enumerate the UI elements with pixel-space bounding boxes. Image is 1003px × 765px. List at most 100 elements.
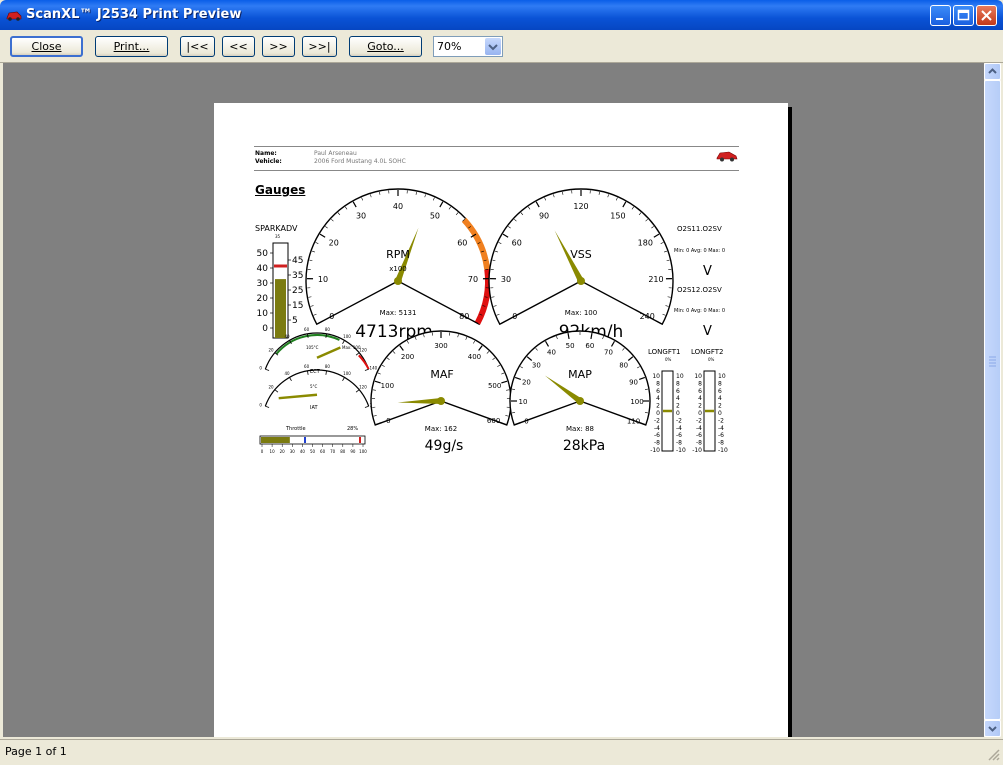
longft2-right-label: 4 bbox=[718, 395, 722, 402]
scroll-up-button[interactable] bbox=[984, 63, 1001, 80]
throttle-tick-label: 40 bbox=[300, 449, 306, 454]
longft2-tick-label: -4 bbox=[696, 425, 702, 432]
zoom-select[interactable]: 70% bbox=[433, 36, 503, 57]
longft1-tick-label: -6 bbox=[654, 432, 660, 439]
throttle-tick-label: 30 bbox=[290, 449, 296, 454]
g-map-tick-label: 50 bbox=[566, 342, 575, 350]
throttle-tick-label: 100 bbox=[359, 449, 367, 454]
g-rpm-tick-label: 50 bbox=[430, 212, 440, 221]
g-ect-tick bbox=[326, 334, 327, 338]
g-rpm-tick-label: 10 bbox=[318, 275, 328, 284]
longft2-right-label: -10 bbox=[718, 447, 728, 454]
g-vss-tick-label: 180 bbox=[638, 238, 653, 247]
longft2-tick-label: -6 bbox=[696, 432, 702, 439]
longft2-tick-label: 2 bbox=[698, 403, 702, 410]
g-iat-tick bbox=[265, 406, 269, 407]
g-iat-tick-label: 120 bbox=[359, 384, 367, 389]
spark-small-value: 35 bbox=[275, 234, 281, 239]
g-rpm-tick-label: 70 bbox=[468, 275, 478, 284]
g-iat-tick bbox=[326, 371, 327, 375]
g-iat-tick bbox=[307, 371, 308, 375]
longft1-right-label: -8 bbox=[676, 440, 682, 447]
title-bar[interactable]: ScanXL™ J2534 Print Preview bbox=[0, 0, 1003, 30]
g-vss-tick-label: 30 bbox=[501, 275, 511, 284]
throttle-tick-label: 50 bbox=[310, 449, 316, 454]
g-ect-tick-label: 80 bbox=[325, 327, 331, 332]
rpm-max: Max: 5131 bbox=[380, 309, 417, 317]
first-page-button[interactable]: |<< bbox=[180, 36, 215, 57]
g-maf-tick-label: 200 bbox=[401, 353, 414, 361]
g-iat-tick-label: 40 bbox=[284, 371, 290, 376]
g-iat-tick bbox=[275, 390, 278, 393]
g-maf-tick-label: 400 bbox=[468, 353, 481, 361]
longft1-right-label: 2 bbox=[676, 403, 680, 410]
g-ect-tick bbox=[265, 369, 269, 370]
longft2-tick-label: 10 bbox=[694, 373, 702, 380]
longft2-tick-label: 0 bbox=[698, 410, 702, 417]
arrow-down-icon bbox=[985, 721, 1000, 736]
maf-readout: 49g/s bbox=[425, 438, 464, 454]
goto-button[interactable]: Goto... bbox=[349, 36, 422, 57]
g-ect-tick-label: 100 bbox=[343, 334, 351, 339]
maximize-button[interactable] bbox=[953, 5, 974, 26]
report-page: Name: Paul Arseneau Vehicle: 2006 Ford M… bbox=[214, 103, 788, 737]
o2s11-unit: V bbox=[703, 264, 712, 279]
longft2-right-label: 8 bbox=[718, 380, 722, 387]
dropdown-arrow-icon[interactable] bbox=[485, 38, 501, 55]
o2s11-label: O2S11.O2SV bbox=[677, 225, 722, 233]
spark-right-label: 15 bbox=[292, 301, 303, 311]
close-icon bbox=[977, 6, 996, 25]
longft2-right-label: 6 bbox=[718, 388, 722, 395]
maf-max: Max: 162 bbox=[425, 425, 457, 433]
longft2-right-label: 0 bbox=[718, 410, 722, 417]
vertical-scrollbar[interactable] bbox=[984, 63, 1001, 737]
iat-label: IAT bbox=[310, 405, 319, 411]
throttle-tick-label: 0 bbox=[261, 449, 264, 454]
prev-page-button[interactable]: << bbox=[222, 36, 255, 57]
longft2-tick-label: -2 bbox=[696, 417, 702, 424]
resize-grip-icon[interactable] bbox=[987, 748, 1001, 762]
close-button[interactable]: Close bbox=[10, 36, 83, 57]
g-map-tick-label: 110 bbox=[627, 417, 640, 425]
longft2-pct: 0% bbox=[708, 357, 715, 362]
longft1-tick-label: 0 bbox=[656, 410, 660, 417]
g-iat-tick-label: 60 bbox=[304, 364, 310, 369]
g-map-tick-label: 100 bbox=[630, 398, 643, 406]
g-iat-tick bbox=[290, 377, 292, 380]
longft1-tick-label: 8 bbox=[656, 380, 660, 387]
print-button[interactable]: Print... bbox=[95, 36, 168, 57]
longft2-tick-label: 8 bbox=[698, 380, 702, 387]
spark-left-label: 0 bbox=[262, 324, 268, 334]
ect-max: Max: 100 bbox=[342, 345, 361, 350]
g-vss-tick-label: 210 bbox=[648, 275, 663, 284]
scroll-thumb[interactable] bbox=[984, 80, 1001, 720]
spark-left-label: 50 bbox=[257, 249, 269, 259]
g-map-hub bbox=[576, 397, 584, 405]
next-page-button[interactable]: >> bbox=[262, 36, 295, 57]
close-window-button[interactable] bbox=[976, 5, 997, 26]
preview-toolbar: Close Print... |<< << >> >>| Goto... 70% bbox=[0, 30, 1003, 63]
longft2-tick-label: 4 bbox=[698, 395, 702, 402]
spark-left-label: 40 bbox=[257, 264, 269, 274]
longft1-right-label: 8 bbox=[676, 380, 680, 387]
arrow-up-icon bbox=[985, 64, 1000, 79]
minimize-button[interactable] bbox=[930, 5, 951, 26]
throttle-tick-label: 60 bbox=[320, 449, 326, 454]
scroll-down-button[interactable] bbox=[984, 720, 1001, 737]
g-map-tick-label: 10 bbox=[519, 398, 528, 406]
g-ect-tick-label: 40 bbox=[284, 334, 290, 339]
preview-area[interactable]: Name: Paul Arseneau Vehicle: 2006 Ford M… bbox=[3, 63, 984, 737]
longft2-label: LONGFT2 bbox=[691, 348, 723, 356]
g-map-tick-label: 60 bbox=[585, 342, 594, 350]
map-label: MAP bbox=[568, 368, 592, 381]
g-rpm-tick-label: 60 bbox=[457, 238, 467, 247]
g-vss-tick-label: 240 bbox=[640, 312, 655, 321]
gauges-panel: SPARKADV 35 50403020100 453525155 010203… bbox=[214, 103, 788, 463]
last-page-button[interactable]: >>| bbox=[302, 36, 337, 57]
g-ect-tick-label: 0 bbox=[259, 365, 262, 370]
g-vss-hub bbox=[577, 277, 585, 285]
g-ect-tick bbox=[356, 353, 359, 356]
maximize-icon bbox=[954, 6, 973, 25]
g-maf-tick-label: 300 bbox=[434, 342, 447, 350]
throttle-red-marker bbox=[359, 437, 361, 443]
